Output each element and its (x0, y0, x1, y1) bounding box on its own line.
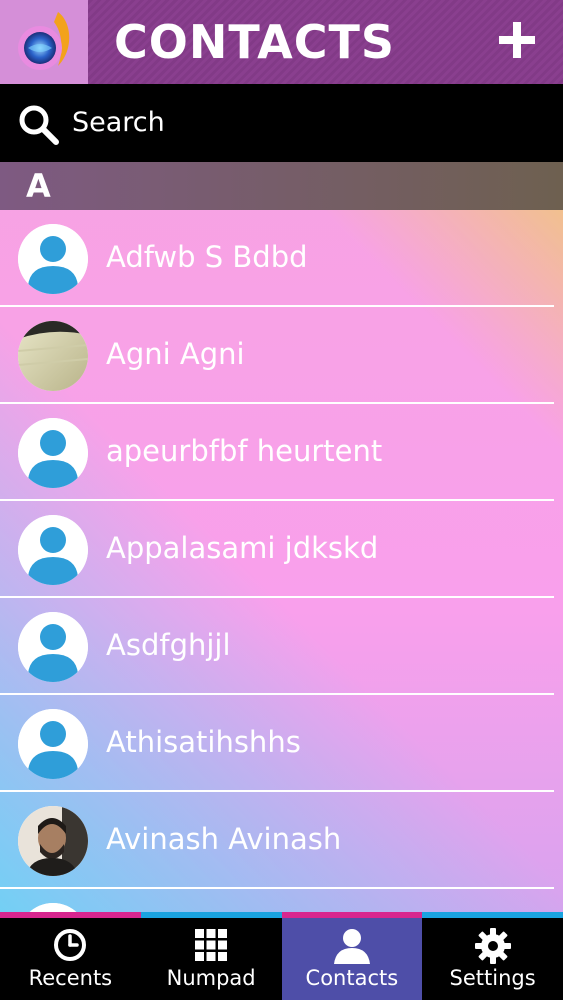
app-header: CONTACTS (0, 0, 563, 84)
contact-row[interactable]: Asdfghjjl (0, 598, 563, 695)
tab-recents[interactable]: Recents (0, 918, 141, 1000)
app-logo[interactable] (0, 0, 88, 84)
contact-row[interactable] (0, 889, 563, 912)
contact-name: Asdfghjjl (106, 628, 231, 662)
default-avatar-icon (18, 612, 88, 682)
search-input[interactable] (72, 102, 532, 142)
contact-row[interactable]: apeurbfbf heurtent (0, 404, 563, 501)
contact-name: Adfwb S Bdbd (106, 240, 308, 274)
default-avatar-icon (18, 515, 88, 585)
tab-numpad[interactable]: Numpad (141, 918, 282, 1000)
contact-name: apeurbfbf heurtent (106, 434, 383, 468)
clock-icon (54, 929, 87, 961)
tab-label: Contacts (305, 966, 399, 990)
contact-name: Athisatihshhs (106, 725, 301, 759)
default-avatar-icon (18, 709, 88, 779)
contact-name: Agni Agni (106, 337, 245, 371)
section-header: A (0, 162, 563, 210)
contact-row[interactable]: Agni Agni (0, 307, 563, 404)
contact-row[interactable]: Athisatihshhs (0, 695, 563, 792)
app-logo-icon (18, 12, 70, 70)
photo-avatar (18, 806, 88, 876)
person-icon (333, 929, 370, 964)
contact-name: Appalasami jdkskd (106, 531, 379, 565)
tab-settings[interactable]: Settings (422, 918, 563, 1000)
contact-name: Avinash Avinash (106, 822, 342, 856)
bottom-nav: Recents Numpad Contacts Settings (0, 918, 563, 1000)
contact-row[interactable]: Adfwb S Bdbd (0, 210, 563, 307)
search-bar (0, 84, 563, 162)
contact-row[interactable]: Avinash Avinash (0, 792, 563, 889)
default-avatar-icon (18, 418, 88, 488)
add-contact-button[interactable] (497, 20, 537, 60)
default-avatar-icon (18, 224, 88, 294)
photo-avatar (18, 321, 88, 391)
tab-label: Numpad (166, 966, 256, 990)
gear-icon (474, 928, 511, 964)
contacts-list: A Adfwb S Bdbd Agni Agni apeurbfbf heurt… (0, 162, 563, 912)
grid-icon (195, 929, 228, 961)
contact-row[interactable]: Appalasami jdkskd (0, 501, 563, 598)
default-avatar-icon (18, 903, 88, 912)
page-title: CONTACTS (114, 15, 396, 69)
tab-label: Settings (449, 966, 536, 990)
tab-contacts[interactable]: Contacts (281, 918, 423, 1000)
tab-label: Recents (28, 966, 113, 990)
plus-icon (499, 22, 535, 58)
search-icon (19, 105, 59, 145)
